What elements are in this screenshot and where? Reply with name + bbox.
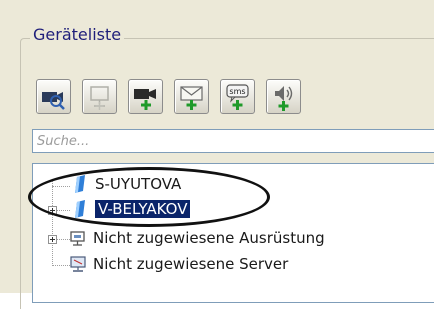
tree-item-unassigned-servers[interactable]: Nicht zugewiesene Server	[69, 254, 434, 276]
speaker-add-icon	[275, 86, 293, 111]
server-icon	[75, 200, 85, 218]
add-camera-button[interactable]	[128, 79, 163, 114]
envelope-add-icon	[180, 86, 203, 110]
sms-add-icon: sms	[226, 84, 249, 110]
monitor-add-icon	[90, 86, 109, 110]
tree-item-v-belyakov[interactable]: V-BELYAKOV	[73, 199, 373, 221]
tree-item-label: Nicht zugewiesene Server	[93, 255, 289, 273]
tree-item-s-uyutova[interactable]: S-UYUTOVA	[73, 174, 373, 196]
add-monitor-button[interactable]	[82, 79, 117, 114]
search-input[interactable]: Suche...	[32, 129, 434, 153]
monitor-icon	[70, 256, 86, 272]
tree-item-label: Nicht zugewiesene Ausrüstung	[93, 229, 325, 247]
expand-toggle[interactable]	[48, 206, 57, 215]
add-sms-button[interactable]: sms	[220, 79, 255, 114]
server-icon	[75, 175, 85, 193]
camera-add-icon	[134, 89, 156, 110]
svg-text:sms: sms	[229, 87, 245, 96]
search-camera-button[interactable]	[36, 79, 71, 114]
equipment-icon	[70, 231, 85, 246]
camera-search-icon	[42, 92, 65, 110]
tree-connector	[52, 265, 70, 266]
tree-connector	[52, 180, 53, 266]
device-tree: S-UYUTOVA V-BELYAKOV Nicht zugewiesene A…	[32, 163, 434, 303]
tree-connector	[57, 210, 70, 211]
add-speaker-button[interactable]	[266, 79, 301, 114]
device-list-panel: Geräteliste sms Suche... S-UYUTOVA V-BEL…	[0, 0, 434, 309]
tree-item-label: S-UYUTOVA	[95, 175, 182, 193]
tree-connector	[52, 186, 70, 187]
panel-title: Geräteliste	[30, 25, 125, 44]
expand-toggle[interactable]	[48, 235, 57, 244]
tree-item-unassigned-equipment[interactable]: Nicht zugewiesene Ausrüstung	[69, 228, 434, 250]
add-email-button[interactable]	[174, 79, 209, 114]
tree-item-label: V-BELYAKOV	[95, 200, 191, 218]
